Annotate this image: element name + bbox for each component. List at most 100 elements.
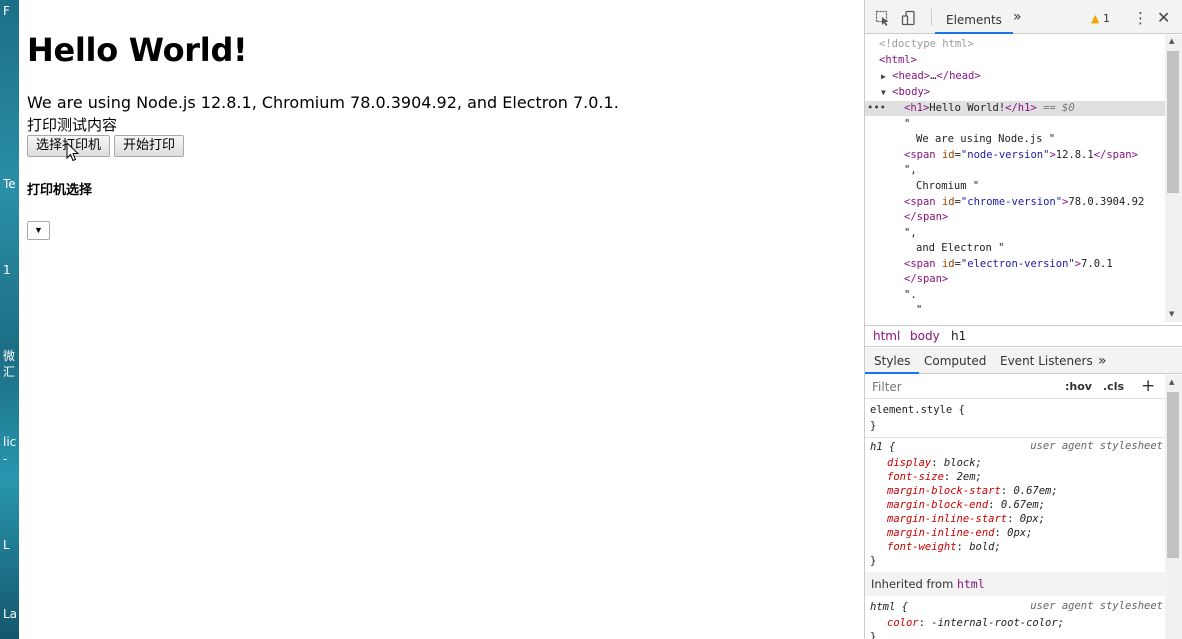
inherited-tag-link[interactable]: html — [957, 577, 985, 591]
hov-toggle[interactable]: :hov — [1065, 380, 1092, 393]
dom-text-node[interactable]: " — [916, 303, 922, 318]
scroll-up-icon[interactable]: ▲ — [1169, 37, 1174, 45]
property-value: bold; — [969, 541, 1001, 553]
more-tabs-icon[interactable]: » — [1013, 9, 1022, 25]
dom-node-html[interactable]: <html> — [879, 53, 917, 68]
html-rule-selector[interactable]: html { — [870, 600, 908, 614]
css-property[interactable]: margin-inline-start: 0px; — [887, 512, 1045, 526]
dom-node-span[interactable]: <span id="node-version">12.8.1</span> — [904, 148, 1138, 163]
attr-name: id — [941, 196, 955, 208]
dom-text-node[interactable]: ", — [904, 226, 917, 241]
styles-tab-bar: Styles Computed Event Listeners » — [865, 348, 1182, 374]
css-property[interactable]: font-size: 2em; — [887, 470, 982, 484]
warning-count: 1 — [1102, 12, 1110, 25]
scrollbar-thumb[interactable] — [1167, 51, 1179, 193]
new-style-rule-icon[interactable]: + — [1141, 376, 1155, 396]
dom-tree-scrollbar[interactable]: ▲ ▼ — [1165, 35, 1182, 322]
css-property[interactable]: color: -internal-root-color; — [887, 616, 1064, 630]
electron-version: 7.0.1 — [572, 93, 614, 112]
tab-styles[interactable]: Styles — [865, 348, 920, 374]
dom-text-node[interactable]: We are using Node.js " — [916, 132, 1055, 147]
dom-text-node[interactable]: and Electron " — [916, 241, 1005, 256]
dom-node-doctype[interactable]: <!doctype html> — [879, 37, 974, 52]
printer-select-title: 打印机选择 — [27, 183, 93, 198]
styles-scrollbar[interactable]: ▲ — [1165, 375, 1182, 639]
breadcrumb-body[interactable]: body — [910, 326, 940, 346]
attr-name: id — [941, 149, 955, 161]
desktop-icon-label: 1 — [3, 263, 11, 277]
span-text: 7.0.1 — [1081, 258, 1113, 270]
dom-text-node[interactable]: Chromium " — [916, 179, 979, 194]
breadcrumb-html[interactable]: html — [873, 326, 900, 346]
warnings-counter[interactable]: ▲ 1 — [1091, 12, 1110, 25]
property-value: 0.67em; — [1013, 485, 1058, 497]
page-title: Hello World! — [27, 31, 248, 69]
dom-row-dots-icon[interactable]: ••• — [867, 101, 886, 116]
dom-node-h1[interactable]: <h1>Hello World!</h1> == $0 — [904, 101, 1075, 116]
inherited-label: Inherited from — [871, 577, 957, 591]
close-icon[interactable]: ✕ — [1157, 8, 1170, 27]
dom-node-span-close[interactable]: </span> — [904, 210, 948, 225]
css-property[interactable]: margin-block-start: 0.67em; — [887, 484, 1058, 498]
property-value: 2em; — [956, 471, 982, 483]
css-property[interactable]: display: block; — [887, 456, 982, 470]
dom-node-span[interactable]: <span id="chrome-version">78.0.3904.92 — [904, 195, 1144, 210]
css-property[interactable]: font-weight: bold; — [887, 540, 1001, 554]
property-name: display — [887, 457, 932, 469]
css-property[interactable]: margin-inline-end: 0px; — [887, 526, 1032, 540]
cls-toggle[interactable]: .cls — [1103, 380, 1124, 393]
dom-node-span[interactable]: <span id="electron-version">7.0.1 — [904, 257, 1113, 272]
property-value: 0px; — [1019, 513, 1046, 525]
device-toolbar-icon[interactable] — [901, 10, 917, 26]
start-print-button[interactable]: 开始打印 — [114, 135, 184, 157]
doctype-text: <!doctype html> — [879, 38, 974, 50]
inherited-from-header: Inherited from html — [865, 572, 1165, 596]
collapse-arrow-icon[interactable]: ▼ — [881, 88, 886, 97]
desktop-icon-label: Te — [3, 177, 16, 191]
scroll-down-icon[interactable]: ▼ — [1169, 310, 1174, 318]
rule-close-brace: } — [870, 631, 877, 639]
dom-node-head[interactable]: ▶ <head>…</head> — [881, 69, 981, 84]
h1-close-tag: </h1> — [1005, 102, 1037, 114]
intro-text: , Chromium — [251, 93, 351, 112]
expand-arrow-icon[interactable]: ▶ — [881, 72, 886, 81]
chrome-version: 78.0.3904.92 — [350, 93, 457, 112]
breadcrumb-h1[interactable]: h1 — [951, 326, 966, 346]
dom-text-node[interactable]: ". — [904, 288, 917, 303]
tab-event-listeners[interactable]: Event Listeners — [1000, 348, 1093, 374]
tab-elements[interactable]: Elements — [935, 6, 1013, 34]
dom-text-node[interactable]: " — [904, 117, 910, 132]
styles-pane: element.style { } h1 { user agent styles… — [865, 400, 1165, 639]
desktop-icon-label: L — [3, 538, 10, 552]
print-content-text: 打印测试内容 — [27, 116, 118, 134]
more-tabs-icon[interactable]: » — [1098, 348, 1107, 374]
user-agent-label: user agent stylesheet — [1030, 600, 1163, 612]
inspect-element-icon[interactable] — [875, 10, 891, 26]
dom-tree[interactable]: <!doctype html> <html> ▶ <head>…</head> … — [865, 35, 1165, 322]
ellipsis-icon: ••• — [867, 102, 886, 114]
property-name: font-weight — [887, 541, 957, 553]
element-style-selector[interactable]: element.style { — [870, 403, 965, 417]
menu-kebab-icon[interactable]: ⋮ — [1133, 9, 1148, 27]
h1-text: Hello World! — [929, 102, 1006, 114]
property-name: font-size — [887, 471, 944, 483]
rule-divider — [865, 437, 1165, 438]
property-name: margin-block-start — [887, 485, 1001, 497]
h1-rule-selector[interactable]: h1 { — [870, 440, 895, 454]
span-text: 78.0.3904.92 — [1068, 196, 1145, 208]
css-property[interactable]: margin-block-end: 0.67em; — [887, 498, 1045, 512]
devtools-panel: Elements » ▲ 1 ⋮ ✕ <!doctype html> <html… — [864, 0, 1182, 639]
property-name: margin-block-end — [887, 499, 989, 511]
dom-node-span-close[interactable]: </span> — [904, 272, 948, 287]
desktop-icon-label: 汇 — [3, 365, 16, 379]
printer-select-dropdown[interactable]: ▼ — [27, 221, 50, 240]
filter-input[interactable]: Filter — [872, 380, 902, 394]
scrollbar-thumb[interactable] — [1167, 392, 1179, 558]
dom-text-node[interactable]: ", — [904, 163, 917, 178]
span-close-tag: </span> — [904, 211, 949, 223]
dom-node-body[interactable]: ▼ <body> — [881, 85, 930, 100]
rule-close-brace: } — [870, 555, 877, 567]
tab-computed[interactable]: Computed — [924, 348, 986, 374]
version-info: We are using Node.js 12.8.1, Chromium 78… — [27, 93, 619, 113]
scroll-up-icon[interactable]: ▲ — [1169, 378, 1174, 386]
